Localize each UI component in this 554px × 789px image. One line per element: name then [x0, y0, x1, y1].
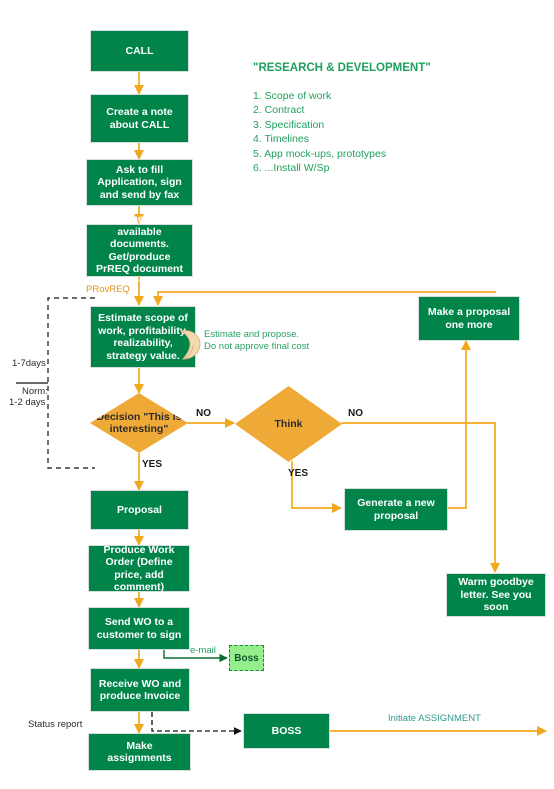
label-yes-think: YES	[288, 468, 309, 479]
rnd-list-item-2: 2. Contract	[253, 104, 305, 117]
label-norm: Norm:	[22, 386, 48, 397]
label-1-7-days: 1-7days	[12, 358, 46, 369]
rnd-list-item-4: 4. Timelines	[253, 133, 310, 146]
rnd-list-item-1: 1. Scope of work	[253, 90, 332, 102]
connector-junction-to-goodbye	[466, 422, 501, 574]
connector-receive-to-boss-dashed	[151, 712, 242, 735]
rnd-list-item-3: 3. Specification	[253, 118, 325, 131]
rnd-list-item-5: 5. App mock-ups, prototypes	[253, 147, 387, 160]
callout-estimate-line-1: Estimate and propose.	[204, 329, 300, 340]
node-decision-is-interesting[interactable]: Decision "This is interesting"	[90, 393, 188, 453]
flowchart-canvas: CALL Create a note about CALL Ask to fil…	[0, 0, 554, 789]
label-norm-days: 1-2 days	[9, 397, 46, 408]
node-send-wo-to-customer[interactable]: Send WO to a customer to sign	[88, 607, 190, 650]
label-provreq: PRovREQ	[86, 284, 130, 295]
node-call[interactable]: CALL	[90, 30, 189, 72]
label-initiate-assignment: Initiate ASSIGNMENT	[388, 713, 481, 724]
rnd-panel-title: "RESEARCH & DEVELOPMENT"	[253, 62, 431, 74]
node-proposal[interactable]: Proposal	[90, 490, 189, 530]
connector-generate-to-junction	[448, 423, 467, 509]
label-yes-decision: YES	[142, 459, 163, 470]
node-make-proposal-one-more[interactable]: Make a proposal one more	[418, 296, 520, 341]
node-warm-goodbye-letter[interactable]: Warm goodbye letter. See you soon	[446, 573, 546, 617]
node-boss[interactable]: BOSS	[243, 713, 330, 749]
node-produce-work-order[interactable]: Produce Work Order (Define price, add co…	[88, 544, 190, 593]
node-ask-fill-application[interactable]: Ask to fill Application, sign and send b…	[86, 159, 193, 206]
note-boss-email[interactable]: Boss	[229, 645, 264, 671]
node-decision-think[interactable]: Think	[235, 386, 342, 462]
node-make-assignments[interactable]: Make assignments	[88, 733, 191, 771]
rnd-list-item-6: 6. ...Install W/Sp	[253, 162, 330, 175]
label-status-report: Status report	[28, 719, 83, 730]
pointing-hand-icon	[177, 327, 203, 361]
node-generate-new-proposal[interactable]: Generate a new proposal	[344, 488, 448, 531]
callout-estimate-line-2: Do not approve final cost	[204, 341, 310, 352]
label-no-decision: NO	[196, 408, 211, 419]
label-no-think: NO	[348, 408, 363, 419]
node-request-documents[interactable]: Request all available documents. Get/pro…	[86, 213, 193, 288]
node-create-note[interactable]: Create a note about CALL	[90, 94, 189, 143]
bracket-timing-dashed	[47, 297, 95, 469]
rnd-panel-list: 1. Scope of work 2. Contract 3. Specific…	[253, 89, 386, 175]
node-receive-wo-invoice[interactable]: Receive WO and produce Invoice	[90, 668, 190, 712]
label-email: e-mail	[190, 645, 216, 656]
